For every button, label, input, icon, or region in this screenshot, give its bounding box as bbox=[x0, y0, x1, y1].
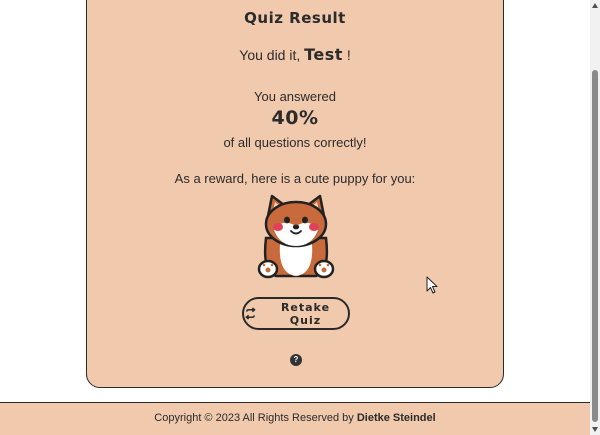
answered-label: You answered bbox=[254, 89, 336, 104]
refresh-icon bbox=[245, 307, 256, 320]
correct-label: of all questions correctly! bbox=[223, 135, 367, 150]
page-area: Quiz Result You did it, Test ! You answe… bbox=[0, 0, 590, 435]
page-title: Quiz Result bbox=[244, 9, 346, 27]
author-name: Dietke Steindel bbox=[356, 412, 436, 424]
greeting-suffix: ! bbox=[342, 47, 351, 63]
footer: Copyright © 2023 All Rights Reserved by … bbox=[0, 402, 590, 435]
quiz-result-card: Quiz Result You did it, Test ! You answe… bbox=[86, 0, 504, 388]
greeting: You did it, Test ! bbox=[87, 45, 503, 64]
scroll-down-arrow-icon[interactable] bbox=[592, 427, 598, 432]
question-mark-icon: ? bbox=[293, 355, 299, 364]
retake-quiz-label: Retake Quiz bbox=[280, 300, 331, 327]
greeting-prefix: You did it, bbox=[239, 47, 305, 63]
help-button[interactable]: ? bbox=[290, 354, 302, 366]
scroll-up-arrow-icon[interactable] bbox=[592, 3, 598, 8]
mouse-pointer-icon bbox=[426, 276, 438, 294]
puppy-illustration bbox=[257, 194, 335, 279]
reward-text: As a reward, here is a cute puppy for yo… bbox=[174, 171, 416, 186]
vertical-scrollbar[interactable] bbox=[590, 0, 600, 435]
scrollbar-thumb[interactable] bbox=[592, 70, 598, 422]
score-value: 40% bbox=[271, 107, 319, 129]
user-name: Test bbox=[304, 45, 343, 64]
retake-quiz-button[interactable]: Retake Quiz bbox=[242, 297, 350, 330]
copyright-text: Copyright © 2023 All Rights Reserved by bbox=[154, 412, 357, 424]
